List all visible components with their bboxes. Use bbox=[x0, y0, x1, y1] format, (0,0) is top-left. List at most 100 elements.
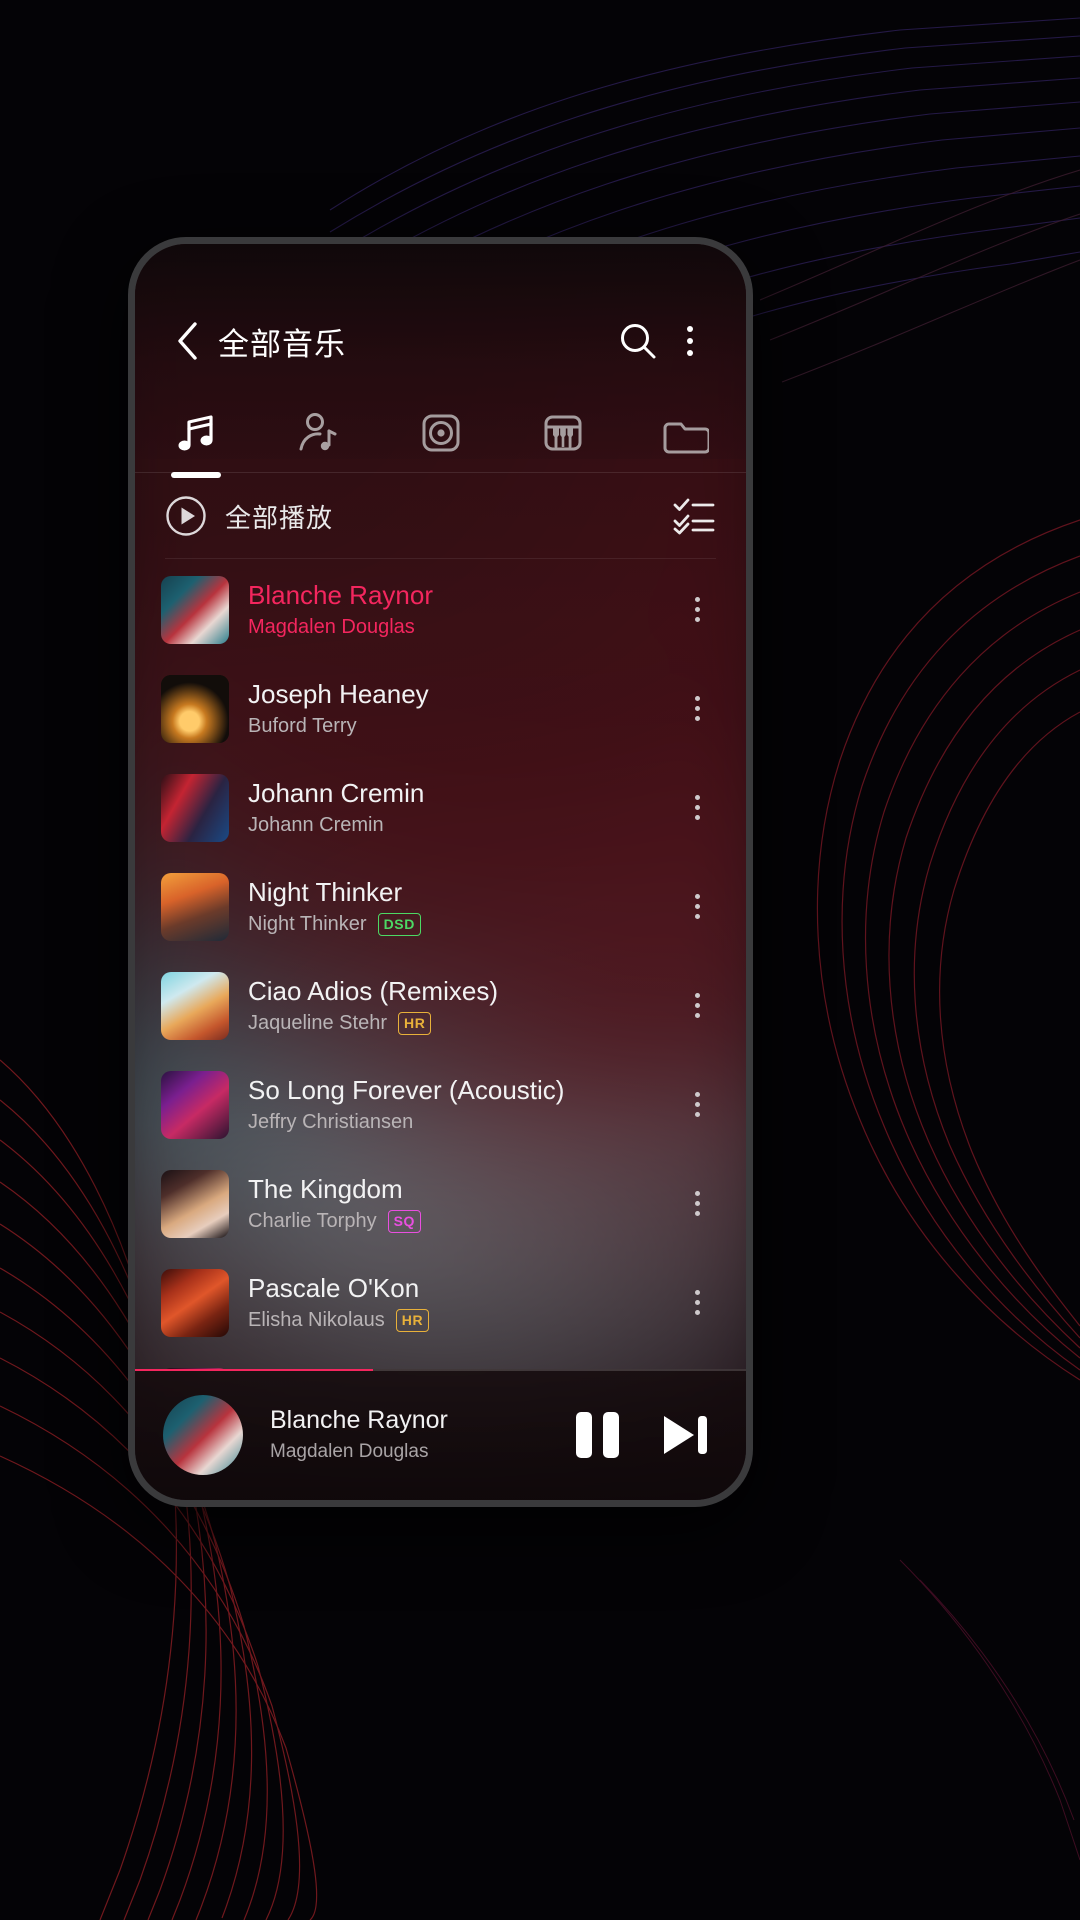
track-overflow-button[interactable] bbox=[674, 597, 720, 622]
track-artist: Jeffry Christiansen bbox=[248, 1110, 414, 1133]
app-bar: 全部音乐 bbox=[135, 302, 746, 380]
artist-icon bbox=[299, 413, 337, 451]
table-row[interactable]: Night Thinker Night Thinker DSD bbox=[135, 857, 746, 956]
skip-next-icon bbox=[664, 1415, 707, 1454]
track-overflow-button[interactable] bbox=[674, 1290, 720, 1315]
track-overflow-button[interactable] bbox=[674, 795, 720, 820]
track-artist: Buford Terry bbox=[248, 714, 357, 737]
play-all-divider bbox=[165, 558, 716, 559]
back-button[interactable] bbox=[165, 319, 209, 363]
track-title: Johann Cremin bbox=[248, 778, 425, 809]
album-art-thumbnail bbox=[161, 1268, 229, 1337]
track-meta: Pascale O'Kon Elisha Nikolaus HR bbox=[248, 1273, 674, 1332]
track-title: Blanche Raynor bbox=[248, 580, 433, 611]
album-art-thumbnail bbox=[161, 1070, 229, 1139]
overflow-menu-button[interactable] bbox=[664, 315, 716, 367]
track-subtitle: Elisha Nikolaus HR bbox=[248, 1308, 674, 1332]
table-row[interactable]: So Long Forever (Acoustic) Jeffry Christ… bbox=[135, 1055, 746, 1154]
more-vertical-icon bbox=[687, 326, 693, 356]
tab-bar-divider bbox=[135, 472, 746, 473]
quality-badge: HR bbox=[397, 1011, 432, 1035]
pause-icon bbox=[576, 1411, 619, 1458]
table-row[interactable]: Joseph Heaney Buford Terry bbox=[135, 659, 746, 758]
quality-badge: SQ bbox=[387, 1209, 422, 1233]
track-subtitle: Jeffry Christiansen bbox=[248, 1111, 674, 1134]
album-art-thumbnail bbox=[161, 971, 229, 1040]
table-row[interactable]: Johann Cremin Johann Cremin bbox=[135, 758, 746, 857]
now-playing-artist: Magdalen Douglas bbox=[270, 1441, 429, 1462]
tab-songs[interactable] bbox=[135, 394, 257, 478]
category-tab-bar bbox=[135, 394, 746, 478]
music-note-icon bbox=[178, 415, 213, 451]
album-art-thumbnail bbox=[161, 773, 229, 842]
track-title: Pascale O'Kon bbox=[248, 1273, 420, 1304]
track-meta: Blanche Raynor Magdalen Douglas bbox=[248, 580, 674, 639]
skip-next-button[interactable] bbox=[660, 1412, 712, 1458]
track-artist: Johann Cremin bbox=[248, 813, 384, 836]
track-title: Ciao Adios (Remixes) bbox=[248, 976, 498, 1007]
track-subtitle: Magdalen Douglas bbox=[248, 616, 674, 639]
track-title: So Long Forever (Acoustic) bbox=[248, 1075, 565, 1106]
quality-badge: DSD bbox=[377, 912, 421, 936]
search-icon bbox=[621, 324, 656, 359]
table-row[interactable]: Pascale O'Kon Elisha Nikolaus HR bbox=[135, 1253, 746, 1352]
track-list[interactable]: Blanche Raynor Magdalen Douglas Joseph H… bbox=[135, 560, 746, 1370]
folder-icon bbox=[663, 422, 709, 454]
album-art-thumbnail bbox=[161, 872, 229, 941]
table-row[interactable]: Ciao Adios (Remixes) Jaqueline Stehr HR bbox=[135, 956, 746, 1055]
track-subtitle: Jaqueline Stehr HR bbox=[248, 1011, 674, 1035]
play-all-row[interactable]: 全部播放 bbox=[135, 474, 746, 558]
search-button[interactable] bbox=[612, 315, 664, 367]
track-meta: So Long Forever (Acoustic) Jeffry Christ… bbox=[248, 1075, 674, 1134]
table-row[interactable]: The Kingdom Charlie Torphy SQ bbox=[135, 1154, 746, 1253]
track-overflow-button[interactable] bbox=[674, 696, 720, 721]
now-playing-title: Blanche Raynor bbox=[270, 1406, 448, 1434]
track-meta: Johann Cremin Johann Cremin bbox=[248, 778, 674, 837]
page-title: 全部音乐 bbox=[218, 326, 346, 362]
track-artist: Elisha Nikolaus bbox=[248, 1308, 385, 1331]
album-disc-icon bbox=[422, 414, 459, 452]
track-subtitle: Charlie Torphy SQ bbox=[248, 1209, 674, 1233]
playback-controls bbox=[576, 1411, 712, 1458]
table-row[interactable]: Ciao Adios (Remixes) Willis Osinski bbox=[135, 1352, 746, 1370]
pause-button[interactable] bbox=[576, 1411, 620, 1458]
now-playing-meta: Blanche Raynor Magdalen Douglas bbox=[270, 1406, 576, 1463]
track-overflow-button[interactable] bbox=[674, 894, 720, 919]
checklist-icon[interactable] bbox=[672, 496, 716, 536]
track-meta: Ciao Adios (Remixes) Jaqueline Stehr HR bbox=[248, 976, 674, 1035]
tab-folders[interactable] bbox=[624, 394, 746, 472]
playback-progress-bar[interactable] bbox=[135, 1369, 746, 1371]
track-overflow-button[interactable] bbox=[674, 993, 720, 1018]
play-circle-icon bbox=[166, 496, 206, 536]
chevron-left-icon bbox=[178, 322, 197, 360]
album-art-thumbnail bbox=[161, 1169, 229, 1238]
phone-device-frame: 全部音乐 全部播放 Blanche Raynor Magdalen Dougla… bbox=[128, 237, 753, 1507]
track-meta: Night Thinker Night Thinker DSD bbox=[248, 877, 674, 936]
track-subtitle: Night Thinker DSD bbox=[248, 912, 674, 936]
album-art-thumbnail bbox=[161, 575, 229, 644]
track-title: The Kingdom bbox=[248, 1174, 403, 1205]
tab-genres[interactable] bbox=[502, 394, 624, 472]
play-all-label: 全部播放 bbox=[225, 502, 334, 533]
quality-badge: HR bbox=[395, 1308, 430, 1332]
track-meta: The Kingdom Charlie Torphy SQ bbox=[248, 1174, 674, 1233]
track-artist: Magdalen Douglas bbox=[248, 615, 415, 638]
table-row[interactable]: Blanche Raynor Magdalen Douglas bbox=[135, 560, 746, 659]
piano-keys-icon bbox=[544, 415, 582, 451]
tab-artists[interactable] bbox=[257, 394, 379, 472]
track-artist: Jaqueline Stehr bbox=[248, 1011, 387, 1034]
track-title: Night Thinker bbox=[248, 877, 403, 908]
track-meta: Joseph Heaney Buford Terry bbox=[248, 679, 674, 738]
phone-screen: 全部音乐 全部播放 Blanche Raynor Magdalen Dougla… bbox=[135, 244, 746, 1500]
track-overflow-button[interactable] bbox=[674, 1191, 720, 1216]
track-overflow-button[interactable] bbox=[674, 1092, 720, 1117]
track-title: Joseph Heaney bbox=[248, 679, 429, 710]
track-artist: Night Thinker bbox=[248, 912, 367, 935]
track-subtitle: Buford Terry bbox=[248, 715, 674, 738]
now-playing-avatar[interactable] bbox=[163, 1394, 243, 1475]
album-art-thumbnail bbox=[161, 674, 229, 743]
track-artist: Charlie Torphy bbox=[248, 1209, 377, 1232]
tab-albums[interactable] bbox=[379, 394, 501, 472]
mini-player-bar[interactable]: Blanche Raynor Magdalen Douglas bbox=[135, 1369, 746, 1500]
track-subtitle: Johann Cremin bbox=[248, 814, 674, 837]
